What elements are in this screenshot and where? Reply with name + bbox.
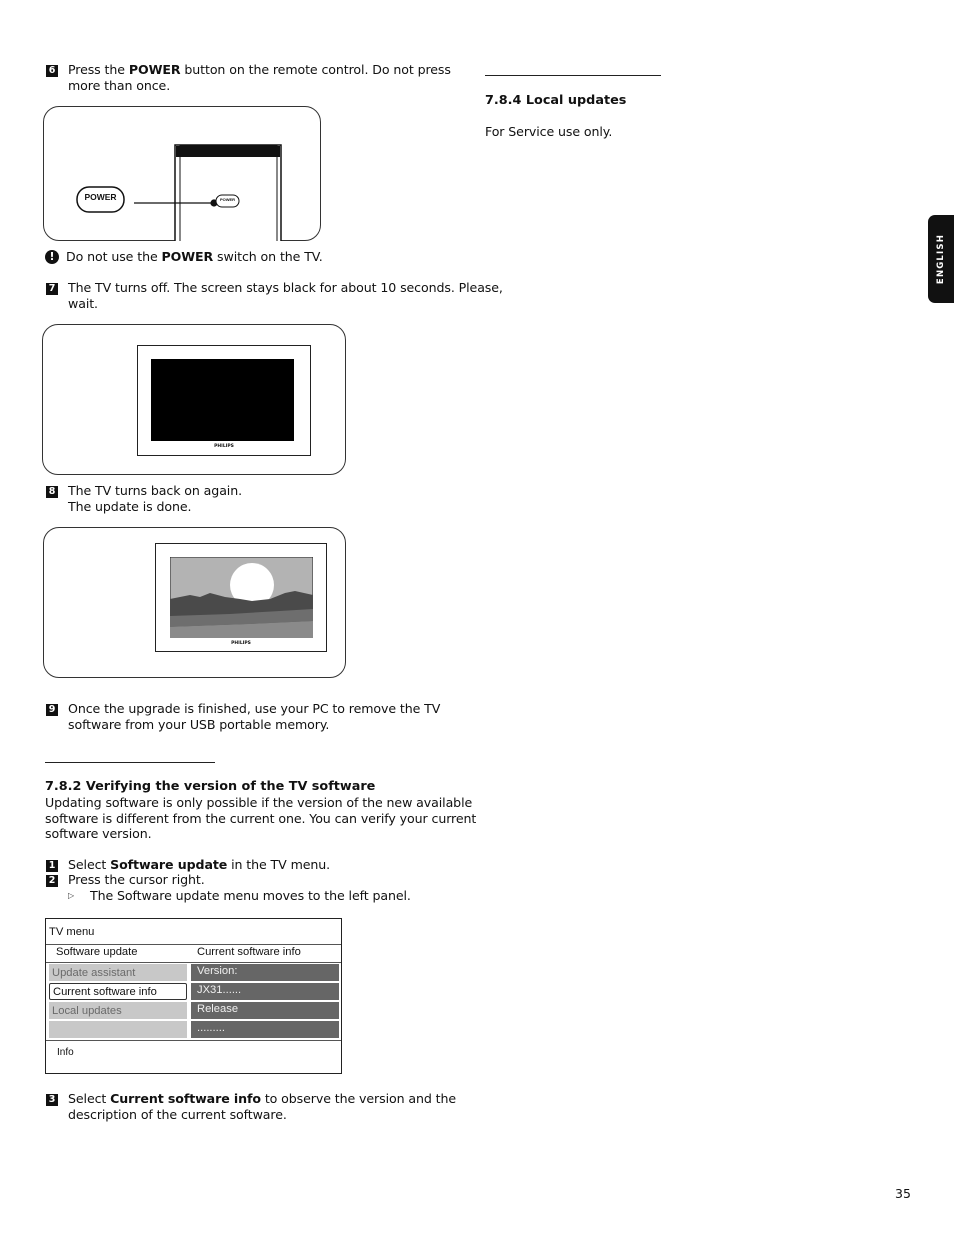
tv-menu-panel: TV menu Software update Current software… [45, 918, 342, 1074]
warning-text-pre: Do not use the [66, 249, 162, 264]
menu-header-divider [46, 962, 341, 963]
language-side-tab-label: ENGLISH [936, 233, 946, 285]
info-release-value: ......... [191, 1021, 339, 1038]
tv-power-label: POWER [219, 197, 236, 202]
step6-text-post: button on the remote control. Do not pre… [180, 62, 451, 77]
step-number-1: 1 [46, 860, 58, 872]
step6-text: Press the POWER button on the remote con… [68, 62, 451, 93]
remote-power-label: POWER [84, 192, 117, 202]
page-number: 35 [895, 1186, 911, 1201]
step1-text-pre: Select [68, 857, 111, 872]
tv-screen-landscape [170, 557, 313, 638]
para-line-2: software is different from the current o… [45, 810, 477, 826]
step9-text: Once the upgrade is finished, use your P… [68, 701, 440, 732]
step-number-7: 7 [46, 283, 58, 295]
step2-result-text: The Software update menu moves to the le… [90, 888, 411, 903]
menu-item-current-software-info[interactable]: Current software info [49, 983, 187, 1000]
info-release-label: Release [191, 1002, 339, 1019]
tv-bezel-on: PHILIPS [155, 543, 327, 652]
step3-text-post: to observe the version and the [260, 1091, 457, 1106]
step2-text: Press the cursor right. [68, 872, 205, 887]
section-divider-784 [485, 75, 661, 76]
para-line-1: Updating software is only possible if th… [45, 795, 473, 810]
language-side-tab: ENGLISH [928, 215, 954, 303]
step1-text-post: in the TV menu. [227, 857, 331, 872]
step7-text: The TV turns off. The screen stays black… [68, 280, 503, 311]
step9-line2: software from your USB portable memory. [68, 716, 330, 732]
menu-info-divider [46, 1040, 341, 1041]
step3-bold: Current software info [110, 1091, 261, 1106]
step3-text-pre: Select [68, 1091, 111, 1106]
tv-screen-black [151, 359, 294, 441]
step6-text-pre: Press the [68, 62, 129, 77]
step6-bold: POWER [128, 62, 181, 77]
menu-title-divider [46, 944, 341, 945]
section-divider-782 [45, 762, 215, 763]
section-heading-784: 7.8.4 Local updates [485, 93, 627, 108]
step9-line1: Once the upgrade is finished, use your P… [68, 701, 441, 716]
step8-line2: The update is done. [68, 498, 192, 514]
step1-bold: Software update [110, 857, 228, 872]
step8-line1: The TV turns back on again. [68, 483, 242, 498]
remote-drawing [76, 144, 282, 241]
step-number-8: 8 [46, 486, 58, 498]
tv-brand-logo: PHILIPS [214, 444, 234, 449]
step6-line2: more than once. [68, 77, 171, 93]
menu-item-local-updates[interactable]: Local updates [49, 1002, 187, 1019]
menu-item-empty [49, 1021, 187, 1038]
step7-line1: The TV turns off. The screen stays black… [68, 280, 503, 295]
step3-line2: description of the current software. [68, 1106, 287, 1122]
menu-item-update-assistant[interactable]: Update assistant [49, 964, 187, 981]
section-heading-782: 7.8.2 Verifying the version of the TV so… [45, 779, 376, 794]
info-version-label: Version: [191, 964, 339, 981]
tv-top-bar [176, 146, 280, 157]
warning-bold: POWER [161, 249, 214, 264]
step7-line2: wait. [68, 295, 98, 311]
para-line-3: software version. [45, 826, 152, 841]
step-number-6: 6 [46, 65, 58, 77]
warning-text-post: switch on the TV. [213, 249, 323, 264]
menu-info-label: Info [57, 1047, 74, 1058]
remote-illustration: POWER POWER [43, 106, 321, 241]
tv-side-outline [174, 144, 282, 241]
tv-bezel: PHILIPS [137, 345, 311, 456]
tv-on-illustration: PHILIPS [43, 527, 346, 678]
tv-menu-title: TV menu [49, 926, 95, 938]
tv-off-illustration: PHILIPS [42, 324, 346, 475]
info-version-value: JX31...... [191, 983, 339, 1000]
step-number-9: 9 [46, 704, 58, 716]
step8-text: The TV turns back on again. The update i… [68, 483, 242, 514]
section-782-paragraph: Updating software is only possible if th… [45, 795, 476, 842]
menu-right-header: Current software info [197, 946, 301, 958]
tv-brand-logo-on: PHILIPS [231, 641, 251, 646]
exclamation-circle-icon: ! [45, 250, 59, 264]
menu-left-header: Software update [56, 946, 138, 958]
warning-text: Do not use the POWER switch on the TV. [66, 249, 323, 265]
step-number-2: 2 [46, 875, 58, 887]
step3-text: Select Current software info to observe … [68, 1091, 456, 1122]
step-number-3: 3 [46, 1094, 58, 1106]
triangle-right-icon: ▷ [68, 891, 75, 900]
section-784-text: For Service use only. [485, 124, 613, 139]
step1-text: Select Software update in the TV menu. [68, 857, 330, 873]
